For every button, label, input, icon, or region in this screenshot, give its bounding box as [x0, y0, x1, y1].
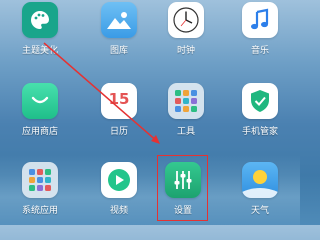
arrow-annotation [43, 42, 160, 144]
